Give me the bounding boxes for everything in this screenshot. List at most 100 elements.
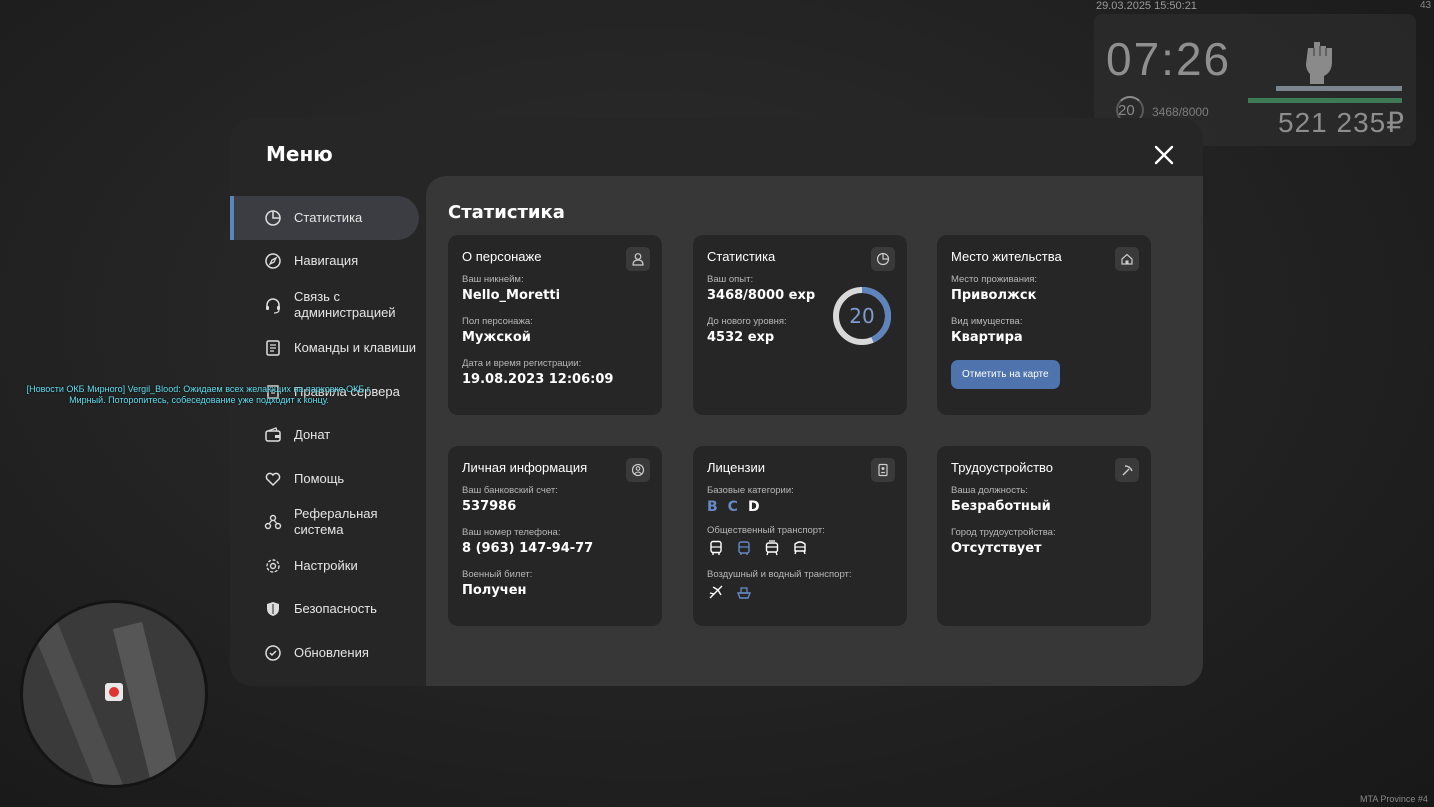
hud-money: 521 235₽ — [1278, 107, 1406, 138]
gender-value: Мужской — [462, 330, 531, 345]
bank-account-value: 537986 — [462, 499, 517, 514]
tram-icon — [763, 539, 781, 557]
sidebar-item-label: Обновления — [294, 644, 369, 660]
phone-value: 8 (963) 147-94-77 — [462, 541, 594, 556]
fist-icon — [1306, 42, 1332, 84]
card-title: О персонаже — [462, 249, 542, 264]
card-title: Место жительства — [951, 249, 1062, 264]
license-category-c: C — [727, 499, 738, 515]
registration-label: Дата и время регистрации: — [462, 358, 582, 369]
sidebar-item-label: Настройки — [294, 557, 358, 573]
sidebar-item-security[interactable]: Безопасность — [230, 588, 426, 632]
stats-card: Статистика Ваш опыт: 3468/8000 exp До но… — [693, 235, 907, 415]
menu-title: Меню — [266, 142, 333, 166]
hud-corner-number: 43 — [1420, 0, 1432, 11]
sidebar-item-settings[interactable]: Настройки — [230, 544, 426, 588]
personal-card: Личная информация Ваш банковский счет: 5… — [448, 446, 662, 626]
sidebar-item-referral[interactable]: Реферальная система — [230, 501, 426, 545]
sidebar-item-statistics[interactable]: Статистика — [230, 196, 419, 240]
mark-on-map-button[interactable]: Отметить на карте — [951, 360, 1060, 389]
gear-icon — [264, 557, 282, 575]
sidebar-item-label: Реферальная система — [294, 506, 378, 538]
sidebar-item-help[interactable]: Помощь — [230, 457, 426, 501]
hud-armor-bar — [1276, 86, 1402, 91]
place-label: Место проживания: — [951, 274, 1038, 285]
public-transport-label: Общественный транспорт: — [707, 525, 825, 536]
public-transport-icons — [707, 539, 893, 557]
hud-clock: 07:26 — [1106, 33, 1232, 85]
card-title: Трудоустройство — [951, 460, 1054, 475]
headset-icon — [264, 296, 282, 314]
hud-health-bar — [1248, 98, 1402, 103]
nickname-value: Nello_Moretti — [462, 288, 561, 303]
sidebar-item-donate[interactable]: Донат — [230, 414, 426, 458]
close-icon[interactable] — [1151, 142, 1177, 168]
sidebar-item-admin-contact[interactable]: Связь с администрацией — [230, 283, 426, 327]
air-water-transport-label: Воздушный и водный транспорт: — [707, 569, 852, 580]
bus-icon — [707, 539, 725, 557]
news-chat-message: [Новости ОКБ Мирного] Vergil_Blood: Ожид… — [26, 384, 372, 405]
sidebar: Статистика Навигация Связь с администрац… — [230, 196, 426, 675]
wallet-icon — [264, 426, 282, 444]
licenses-card: Лицензии Базовые категории: B C D Общест… — [693, 446, 907, 626]
user-icon — [626, 247, 650, 271]
sidebar-item-navigation[interactable]: Навигация — [230, 240, 426, 284]
minimap — [20, 600, 208, 788]
sidebar-item-label: Связь с администрацией — [294, 288, 396, 320]
train-icon — [791, 539, 809, 557]
update-icon — [264, 644, 282, 662]
license-category-d: D — [747, 499, 760, 515]
card-title: Лицензии — [707, 460, 765, 475]
plane-icon — [707, 583, 725, 601]
server-label: MTA Province #4 — [1360, 794, 1428, 804]
sidebar-item-label: Команды и клавиши — [294, 340, 417, 356]
level-value: 20 — [849, 304, 875, 328]
military-id-label: Военный билет: — [462, 569, 533, 580]
minimap-road — [112, 621, 184, 785]
property-type-label: Вид имущества: — [951, 316, 1023, 327]
id-card-icon — [871, 458, 895, 482]
nickname-label: Ваш никнейм: — [462, 274, 524, 285]
military-id-value: Получен — [462, 583, 527, 598]
help-heart-icon — [264, 470, 282, 488]
sidebar-item-updates[interactable]: Обновления — [230, 631, 426, 675]
sidebar-item-label: Безопасность — [294, 601, 377, 617]
player-marker-icon — [105, 683, 123, 701]
employment-card: Трудоустройство Ваша должность: Безработ… — [937, 446, 1151, 626]
referral-icon — [264, 513, 282, 531]
content-title: Статистика — [448, 202, 565, 223]
hud-level: 20 — [1118, 102, 1135, 119]
residence-card: Место жительства Место проживания: Приво… — [937, 235, 1151, 415]
bank-account-label: Ваш банковский счет: — [462, 485, 558, 496]
card-title: Статистика — [707, 249, 776, 264]
hud-exp: 3468/8000 — [1152, 105, 1209, 119]
air-water-transport-icons — [707, 583, 893, 601]
basic-categories-label: Базовые категории: — [707, 485, 794, 496]
trolleybus-icon — [735, 539, 753, 557]
pickaxe-icon — [1115, 458, 1139, 482]
statistics-icon — [264, 209, 282, 227]
sidebar-item-label: Статистика — [294, 209, 363, 225]
sidebar-item-label: Донат — [294, 427, 331, 443]
content-panel: Статистика О персонаже Ваш никнейм: Nell… — [426, 176, 1203, 686]
card-title: Личная информация — [462, 460, 588, 475]
character-card: О персонаже Ваш никнейм: Nello_Moretti П… — [448, 235, 662, 415]
work-city-value: Отсутствует — [951, 541, 1042, 556]
position-value: Безработный — [951, 499, 1051, 514]
hud-datetime: 29.03.2025 15:50:21 — [1096, 0, 1197, 12]
position-label: Ваша должность: — [951, 485, 1028, 496]
sidebar-item-commands[interactable]: Команды и клавиши — [230, 327, 426, 371]
license-category-b: B — [707, 499, 718, 515]
user-circle-icon — [626, 458, 650, 482]
phone-label: Ваш номер телефона: — [462, 527, 561, 538]
registration-value: 19.08.2023 12:06:09 — [462, 372, 614, 387]
gender-label: Пол персонажа: — [462, 316, 533, 327]
work-city-label: Город трудоустройства: — [951, 527, 1056, 538]
place-value: Приволжск — [951, 288, 1037, 303]
shield-icon — [264, 600, 282, 618]
document-icon — [264, 339, 282, 357]
sidebar-item-label: Навигация — [294, 253, 359, 269]
exp-label: Ваш опыт: — [707, 274, 754, 285]
license-categories: B C D — [707, 499, 893, 515]
statistics-icon — [871, 247, 895, 271]
